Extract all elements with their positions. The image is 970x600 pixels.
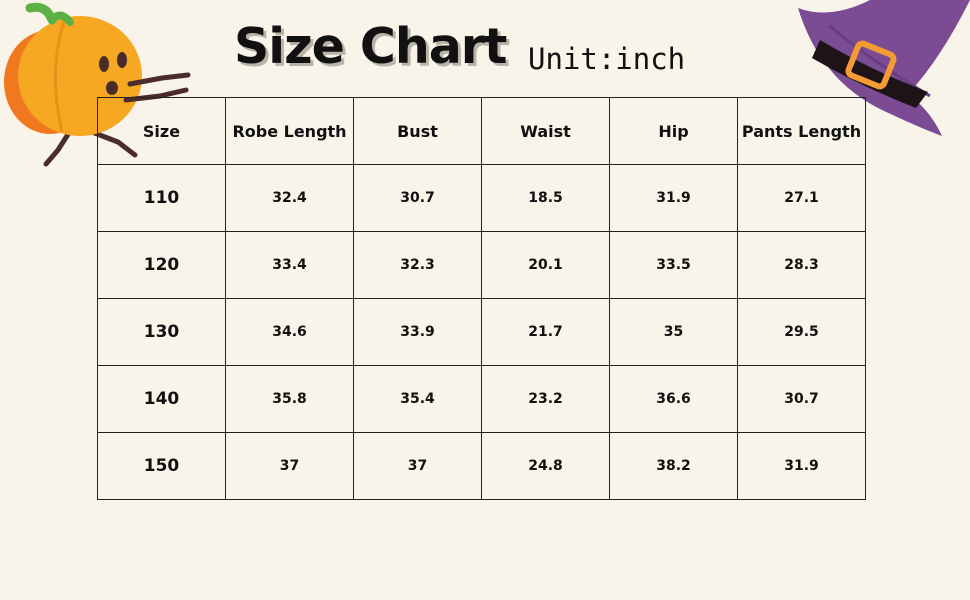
table-header-row: Size Robe Length Bust Waist Hip Pants Le… (97, 97, 866, 165)
table-cell: 33.5 (609, 231, 738, 299)
table-row: 120 33.4 32.3 20.1 33.5 28.3 (97, 231, 866, 299)
table-cell: 34.6 (225, 298, 354, 366)
table-cell: 33.4 (225, 231, 354, 299)
table-cell: 37 (353, 432, 482, 500)
column-header: Robe Length (225, 97, 354, 165)
column-header: Pants Length (737, 97, 866, 165)
table-cell: 27.1 (737, 164, 866, 232)
table-cell: 28.3 (737, 231, 866, 299)
table-cell: 32.4 (225, 164, 354, 232)
table-cell: 37 (225, 432, 354, 500)
table-cell: 35.4 (353, 365, 482, 433)
column-header: Hip (609, 97, 738, 165)
table-cell: 18.5 (481, 164, 610, 232)
table-row: 140 35.8 35.4 23.2 36.6 30.7 (97, 365, 866, 433)
table-row: 150 37 37 24.8 38.2 31.9 (97, 432, 866, 500)
size-cell: 120 (97, 231, 226, 299)
size-cell: 140 (97, 365, 226, 433)
table-cell: 20.1 (481, 231, 610, 299)
unit-label: Unit:inch (528, 42, 686, 76)
table-row: 130 34.6 33.9 21.7 35 29.5 (97, 298, 866, 366)
page-title: Size Chart (234, 18, 507, 75)
table-cell: 33.9 (353, 298, 482, 366)
table-row: 110 32.4 30.7 18.5 31.9 27.1 (97, 164, 866, 232)
column-header: Bust (353, 97, 482, 165)
table-cell: 30.7 (353, 164, 482, 232)
table-cell: 23.2 (481, 365, 610, 433)
size-cell: 110 (97, 164, 226, 232)
table-cell: 31.9 (737, 432, 866, 500)
size-cell: 130 (97, 298, 226, 366)
table-cell: 24.8 (481, 432, 610, 500)
column-header: Waist (481, 97, 610, 165)
table-cell: 21.7 (481, 298, 610, 366)
column-header: Size (97, 97, 226, 165)
table-cell: 31.9 (609, 164, 738, 232)
table-cell: 35.8 (225, 365, 354, 433)
size-chart-table: Size Robe Length Bust Waist Hip Pants Le… (97, 97, 866, 500)
table-cell: 36.6 (609, 365, 738, 433)
table-cell: 29.5 (737, 298, 866, 366)
table-cell: 35 (609, 298, 738, 366)
size-cell: 150 (97, 432, 226, 500)
table-cell: 38.2 (609, 432, 738, 500)
table-cell: 32.3 (353, 231, 482, 299)
table-cell: 30.7 (737, 365, 866, 433)
